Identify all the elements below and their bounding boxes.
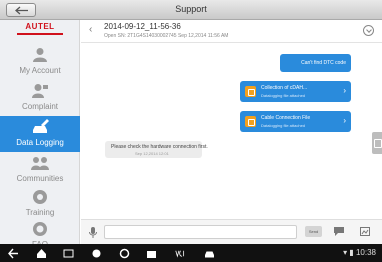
wifi-icon: ▾	[343, 248, 348, 257]
expand-menu-icon[interactable]	[363, 25, 374, 36]
comment-icon[interactable]	[334, 227, 344, 236]
complaint-icon	[32, 84, 48, 98]
attachment-title: Cable Connection File	[261, 115, 311, 121]
status-area: ▾ ▮ 10:38	[343, 248, 376, 257]
logo-underline	[17, 33, 63, 35]
chevron-right-icon: ›	[343, 86, 346, 95]
outgoing-message: Can't find DTC code	[280, 54, 351, 72]
person-icon	[33, 48, 47, 62]
page-title: Support	[175, 4, 207, 14]
attachment-subtitle: Datalogging file attached	[261, 93, 306, 98]
sidebar-item-label: My Account	[19, 66, 61, 75]
recent-apps-icon[interactable]	[63, 248, 74, 259]
conversation-header: ‹ 2014-09-12_11-56-36 Open SN: 2T1G4S140…	[81, 20, 382, 43]
file-icon	[245, 116, 256, 127]
conversation-back-button[interactable]: ‹	[89, 24, 92, 35]
attachment-icon[interactable]	[360, 227, 370, 236]
sidebar-item-label: Training	[25, 208, 55, 217]
conversation-meta: Open SN: 2T1G4S14030002745 Sep 12,2014 1…	[104, 33, 228, 39]
group-icon	[31, 157, 49, 170]
attachment-message[interactable]: Collection of cDAH... Datalogging file a…	[240, 81, 351, 102]
sidebar-item-my-account[interactable]: My Account	[0, 44, 80, 80]
sidebar-item-label: Communities	[16, 174, 64, 183]
attachment-message[interactable]: Cable Connection File Datalogging file a…	[240, 111, 351, 132]
vci-status-icon	[175, 250, 185, 258]
incoming-message: Please check the hardware connection fir…	[105, 141, 208, 158]
conversation-status: Open	[104, 33, 117, 39]
sidebar-item-complaint[interactable]: Complaint	[0, 80, 80, 116]
clock: 10:38	[355, 248, 376, 257]
vci-icon[interactable]	[91, 248, 102, 259]
battery-icon: ▮	[349, 248, 354, 257]
system-nav-bar: ▾ ▮ 10:38	[0, 244, 382, 262]
camera-icon[interactable]	[146, 248, 157, 259]
incoming-message-text: Please check the hardware connection fir…	[111, 144, 208, 150]
composer-bar: Send	[81, 219, 382, 244]
chat-area: Can't find DTC code Collection of cDAH..…	[81, 44, 382, 219]
send-button[interactable]: Send	[305, 226, 322, 237]
car-pen-icon	[33, 119, 49, 133]
app-window: Support AUTEL My Account Complaint Data …	[0, 0, 382, 262]
logo-text: AUTEL	[25, 22, 55, 31]
top-bar: Support	[0, 0, 382, 20]
attachment-title: Collection of cDAH...	[261, 85, 308, 91]
sidebar-item-data-logging[interactable]: Data Logging	[0, 116, 80, 152]
conversation-details: SN: 2T1G4S14030002745 Sep 12,2014 11:56 …	[117, 33, 229, 39]
sidebar-item-label: Complaint	[21, 102, 58, 111]
incoming-message-time: Sep 12,2014 12:01	[135, 151, 169, 156]
sidebar: AUTEL My Account Complaint Data Logging	[0, 20, 80, 249]
back-arrow-icon[interactable]	[8, 248, 19, 259]
browser-icon[interactable]	[119, 248, 130, 259]
sidebar-item-label: Data Logging	[16, 138, 64, 147]
sidebar-item-training[interactable]: Training	[0, 186, 80, 222]
conversation-title: 2014-09-12_11-56-36	[104, 22, 181, 31]
side-panel-tab[interactable]	[372, 132, 382, 154]
message-input[interactable]	[104, 225, 297, 239]
faq-icon	[33, 222, 47, 236]
chevron-right-icon: ›	[343, 116, 346, 125]
attachment-subtitle: Datalogging file attached	[261, 123, 306, 128]
file-icon	[245, 86, 256, 97]
training-icon	[33, 190, 47, 204]
microphone-icon[interactable]	[89, 227, 97, 238]
sidebar-item-communities[interactable]: Communities	[0, 152, 80, 188]
home-icon[interactable]	[36, 248, 47, 259]
car-icon	[205, 251, 214, 258]
brand-logo: AUTEL	[0, 22, 80, 42]
